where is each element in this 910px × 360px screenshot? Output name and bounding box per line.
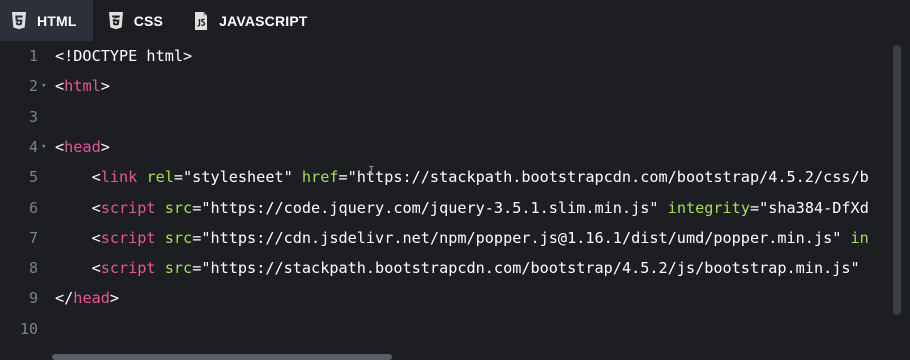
code-token: script xyxy=(100,198,156,217)
editor-tabbar: HTML CSS JAVASCRIPT xyxy=(0,0,910,41)
tab-css-label: CSS xyxy=(133,12,164,29)
code-line[interactable]: 7 <script src="https://cdn.jsdelivr.net/… xyxy=(0,223,890,253)
code-token: <!DOCTYPE html> xyxy=(55,47,193,65)
code-token: </ xyxy=(55,289,74,308)
line-number: 5 xyxy=(28,168,38,187)
code-line[interactable]: 1 <!DOCTYPE html> xyxy=(0,41,890,71)
code-text: </head> xyxy=(55,283,119,313)
code-token: link xyxy=(100,168,138,187)
code-token: head xyxy=(64,137,101,156)
code-line[interactable]: 4 ▾ <head> xyxy=(0,132,890,162)
code-token: in xyxy=(850,228,869,247)
fold-arrow-icon[interactable]: ▾ xyxy=(41,71,49,101)
code-token: head xyxy=(73,289,110,308)
vertical-scrollbar[interactable] xyxy=(893,45,901,315)
code-token: < xyxy=(55,168,101,187)
code-token: integrity xyxy=(667,198,750,217)
text-cursor-icon: I xyxy=(368,164,375,177)
line-number: 6 xyxy=(28,198,38,217)
code-token: ="stylesheet" xyxy=(173,168,302,187)
code-token: < xyxy=(55,198,101,217)
tab-javascript[interactable]: JAVASCRIPT xyxy=(185,0,328,41)
code-token: src xyxy=(164,228,193,247)
code-token: > xyxy=(100,77,110,96)
line-number: 8 xyxy=(28,259,38,278)
line-number: 7 xyxy=(28,228,38,247)
code-line[interactable]: 9 </head> xyxy=(0,283,890,313)
code-line[interactable]: 5 <link rel="stylesheet" href="https://s… xyxy=(0,162,890,192)
tab-html-label: HTML xyxy=(37,12,77,29)
code-token: ="https://stackpath.bootstrapcdn.com/boo… xyxy=(338,168,869,187)
code-text: <script src="https://stackpath.bootstrap… xyxy=(55,253,860,283)
code-token: ="https://stackpath.bootstrapcdn.com/boo… xyxy=(192,259,860,278)
tab-css[interactable]: CSS xyxy=(93,0,185,41)
js-file-icon xyxy=(193,11,209,30)
code-token: < xyxy=(55,228,101,247)
code-line[interactable]: 2 ▾ <html> xyxy=(0,71,890,101)
code-token: > xyxy=(109,289,120,308)
code-token: src xyxy=(164,198,193,217)
code-token: src xyxy=(164,259,193,278)
code-text: <script src="https://cdn.jsdelivr.net/np… xyxy=(55,223,869,253)
fold-arrow-icon[interactable]: ▾ xyxy=(41,132,49,162)
line-number: 9 xyxy=(28,289,38,308)
code-text: <link rel="stylesheet" href="https://sta… xyxy=(55,162,869,192)
code-token: script xyxy=(100,228,156,247)
code-line[interactable]: 10 xyxy=(0,314,890,344)
code-line[interactable]: 6 <script src="https://code.jquery.com/j… xyxy=(0,193,890,223)
code-token: < xyxy=(55,137,65,156)
line-number: 1 xyxy=(28,47,38,65)
code-text: <script src="https://code.jquery.com/jqu… xyxy=(55,193,869,223)
tab-html[interactable]: HTML xyxy=(0,0,93,41)
html5-icon xyxy=(11,11,27,30)
css3-icon xyxy=(108,11,124,30)
line-number: 3 xyxy=(28,107,38,126)
code-token: < xyxy=(55,77,65,96)
horizontal-scrollbar[interactable] xyxy=(52,354,392,360)
code-token: > xyxy=(100,137,110,156)
code-token: ="sha384-DfXd xyxy=(749,198,869,217)
tab-javascript-label: JAVASCRIPT xyxy=(219,12,308,29)
code-token: < xyxy=(55,259,101,278)
code-token: ="https://cdn.jsdelivr.net/npm/popper.js… xyxy=(192,228,851,247)
code-line[interactable]: 8 <script src="https://stackpath.bootstr… xyxy=(0,253,890,283)
code-token: href xyxy=(301,168,339,187)
code-editor[interactable]: 1 <!DOCTYPE html> 2 ▾ <html> 3 4 ▾ <head> 5 <link… xyxy=(0,41,910,360)
code-text: <!DOCTYPE html> xyxy=(55,41,192,71)
line-number: 10 xyxy=(19,319,38,338)
code-token: ="https://code.jquery.com/jquery-3.5.1.s… xyxy=(192,198,668,217)
line-number: 4 xyxy=(28,137,38,156)
code-text: <html> xyxy=(55,71,110,101)
code-text: <head> xyxy=(55,132,110,162)
code-token: script xyxy=(100,259,156,278)
code-line[interactable]: 3 xyxy=(0,102,890,132)
line-number: 2 xyxy=(28,77,38,96)
code-token: rel xyxy=(146,168,174,187)
code-token: html xyxy=(64,77,101,96)
